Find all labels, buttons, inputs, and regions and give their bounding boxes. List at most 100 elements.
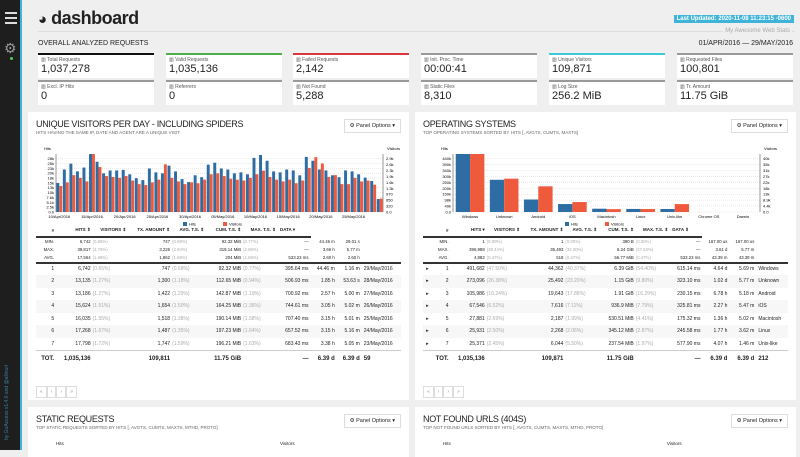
table-row[interactable]: 617,268(1.67%)1,487(1.35%)197.23 MiB(1.6…	[36, 325, 401, 338]
y2-tick-label: 4.4k	[763, 204, 771, 209]
x-tick-label: Linux	[636, 214, 646, 219]
visitors-bar	[295, 183, 298, 212]
column-header[interactable]: DATA ▾	[278, 224, 311, 237]
table-row[interactable]: 16,742(0.65%)747(0.68%)92.32 MiB(0.77%)3…	[36, 263, 401, 276]
table-row[interactable]: ▸725,371(2.45%)6,044(5.50%)237.54 MiB(1.…	[423, 338, 788, 351]
column-header[interactable]	[423, 224, 431, 237]
table-cell: 1.36 h	[702, 313, 729, 326]
gear-icon[interactable]: ⚙	[4, 40, 17, 57]
table-cell: (38.44%)	[487, 246, 522, 255]
table-cell: 2.57 h	[311, 288, 337, 301]
table-row[interactable]: 213,135(1.27%)1,300(1.18%)112.65 MiB(0.9…	[36, 275, 401, 288]
page-button[interactable]: «	[36, 386, 47, 398]
table-cell: 1.85 h	[311, 275, 337, 288]
table-row[interactable]: ▸3105,986(10.24%)19,643(17.88%)1.91 GiB(…	[423, 288, 788, 301]
hits-bar	[181, 179, 184, 212]
hits-bar	[318, 169, 321, 212]
stat-card: ▥ Static Files8,310	[421, 80, 537, 105]
column-header[interactable]: AVG. T.S. ⇕	[172, 224, 206, 237]
stat-card: ▥ Referrers0	[166, 80, 282, 105]
column-header[interactable]: DATA ⇕	[670, 224, 702, 237]
y-tick-label: 2.5k	[46, 205, 54, 210]
hits-bar	[660, 209, 674, 212]
table-cell: TOT.	[36, 350, 56, 368]
y2-tick-label: 1.9k	[386, 174, 394, 179]
table-row[interactable]: 717,798(1.72%)1,747(1.59%)196.21 MiB(1.6…	[36, 338, 401, 351]
table-cell: 5.16 m	[337, 325, 362, 338]
hits-bar	[626, 209, 640, 212]
table-cell: 5.00 m	[337, 288, 362, 301]
table-row[interactable]: 313,186(1.27%)1,422(1.29%)142.87 MiB(1.1…	[36, 288, 401, 301]
column-header[interactable]: CUM. T.S. ⇕	[599, 224, 636, 237]
table-row[interactable]: ▸1491,682(47.50%)44,362(40.37%)6.39 GiB(…	[423, 263, 788, 276]
column-header[interactable]: MAX. T.S. ⇕	[636, 224, 670, 237]
stat-card: ▥ Requested Files100,801	[677, 53, 793, 78]
visitors-bar	[334, 175, 337, 212]
y-tick-label: 18k	[48, 176, 54, 181]
column-header[interactable]: CUM. T.S. ⇕	[206, 224, 243, 237]
visitors-bar	[249, 178, 252, 212]
stat-card: ▥ Tr. Amount11.75 GiB	[677, 80, 793, 105]
table-cell: 11.75 GiB	[599, 350, 636, 368]
visitors-bar	[269, 177, 272, 212]
x-tick-label: Unknown	[496, 214, 513, 219]
hits-bar	[148, 169, 151, 213]
table-row[interactable]: 516,035(1.55%)1,518(1.38%)190.14 MiB(1.5…	[36, 313, 401, 326]
table-row[interactable]: 415,624(1.51%)1,654(1.50%)164.25 MiB(1.3…	[36, 300, 401, 313]
column-header[interactable]: TX. AMOUNT ⇕	[128, 224, 172, 237]
page-button[interactable]: «	[423, 386, 434, 398]
table-cell: ▸	[423, 275, 431, 288]
x-tick-label: 15/May/2016	[277, 214, 301, 219]
panel-options-button[interactable]: ⚙ Panel Options ▾	[731, 119, 788, 133]
table-cell: 29/May/2016	[362, 263, 401, 276]
column-header[interactable]: MAX. T.S. ⇕	[243, 224, 278, 237]
column-header[interactable]: AVG. T.S. ⇕	[565, 224, 599, 237]
menu-icon[interactable]	[5, 12, 17, 27]
table-cell: 92.32 MiB	[206, 237, 243, 246]
column-header[interactable]: HITS ⇕	[56, 224, 93, 237]
hits-bar	[239, 172, 242, 212]
page-button[interactable]: »	[453, 386, 464, 398]
page-title: ◕ dashboard	[38, 8, 139, 29]
panel-options-button[interactable]: ⚙ Panel Options ▾	[731, 414, 788, 428]
y2-axis-label: Visitors	[280, 441, 295, 446]
column-header[interactable]: HITS ▾	[451, 224, 487, 237]
hits-bar	[96, 162, 99, 212]
table-cell: 3.05 h	[311, 300, 337, 313]
column-header[interactable]: VISITORS ⇕	[93, 224, 129, 237]
page-button[interactable]: ‹	[47, 386, 57, 398]
visitors-bar	[92, 154, 95, 212]
page-button[interactable]: ›	[443, 386, 453, 398]
table-cell: 1	[36, 263, 56, 276]
column-header[interactable]: #	[431, 224, 451, 237]
panel-options-button[interactable]: ⚙ Panel Options ▾	[344, 119, 401, 133]
table-cell: 3	[36, 288, 56, 301]
table-cell	[172, 350, 206, 368]
page-button[interactable]: »	[66, 386, 77, 398]
hits-bar	[135, 178, 138, 212]
y-tick-label: 25k	[48, 161, 54, 166]
table-cell: 2	[36, 275, 56, 288]
column-header[interactable]: VISITORS ⇕	[487, 224, 522, 237]
table-cell: 230.15 ms	[670, 288, 702, 301]
table-row[interactable]: ▸467,546(6.52%)7,616(7.11%)936.9 MiB(7.7…	[423, 300, 788, 313]
hits-bar	[154, 172, 157, 212]
table-cell: (17.88%)	[565, 288, 599, 301]
table-cell: ▸	[423, 338, 431, 351]
table-cell: 1.91 GiB	[599, 288, 636, 301]
summary-row: MAX.396,988(38.44%)35,493(32.30%)6.24 Gi…	[423, 246, 788, 255]
page-button[interactable]: ›	[56, 386, 66, 398]
table-row[interactable]: ▸2273,096(26.38%)25,492(23.20%)1.15 GiB(…	[423, 275, 788, 288]
total-row: TOT.1,035,136109,87111.75 GiB—6.39 d6.39…	[423, 350, 788, 368]
page-button[interactable]: ‹	[434, 386, 444, 398]
hits-bar	[200, 177, 203, 212]
column-header[interactable]: TX. AMOUNT ⇕	[522, 224, 565, 237]
y-axis-label: Hits	[44, 146, 51, 151]
column-header[interactable]: #	[36, 224, 56, 237]
table-cell: 59	[362, 350, 401, 368]
visitors-bar	[164, 164, 167, 212]
table-row[interactable]: ▸527,881(2.69%)2,187(1.99%)530.51 MiB(4.…	[423, 313, 788, 326]
visitors-bar	[72, 175, 75, 212]
table-row[interactable]: ▸625,931(2.50%)2,268(2.06%)345.12 MiB(2.…	[423, 325, 788, 338]
panel-options-button[interactable]: ⚙ Panel Options ▾	[344, 414, 401, 428]
